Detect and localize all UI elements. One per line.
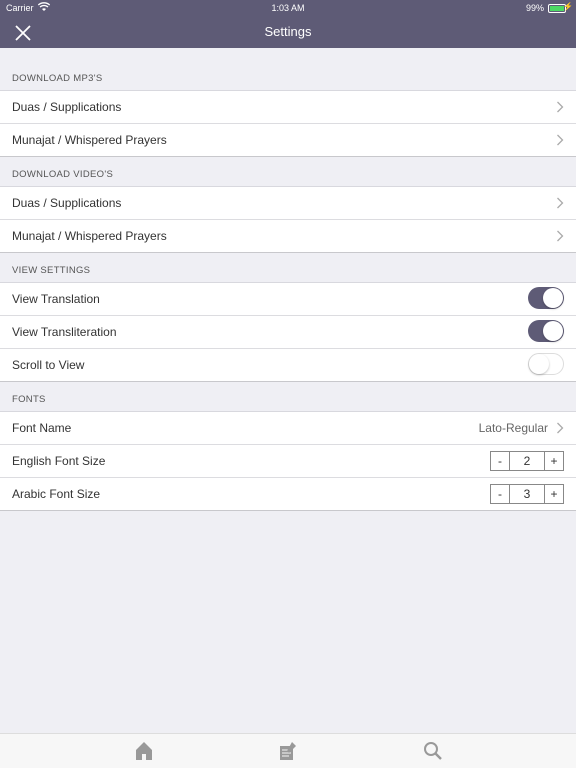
scroll-to-view-toggle[interactable]: [528, 353, 564, 375]
chevron-right-icon: [557, 134, 564, 146]
chevron-right-icon: [557, 101, 564, 113]
font-name-row[interactable]: Font Name Lato-Regular: [0, 412, 576, 445]
view-translation-toggle[interactable]: [528, 287, 564, 309]
charging-icon: ⚡: [563, 2, 573, 11]
view-translation-row: View Translation: [0, 283, 576, 316]
section-header-video: DOWNLOAD VIDEO'S: [0, 157, 576, 187]
row-label: View Transliteration: [12, 325, 117, 339]
font-name-value: Lato-Regular: [478, 421, 548, 435]
view-group: View Translation View Transliteration Sc…: [0, 283, 576, 382]
section-title-view: VIEW SETTINGS: [12, 265, 91, 276]
battery-percent: 99%: [525, 3, 544, 13]
row-label: Munajat / Whispered Prayers: [12, 229, 167, 243]
arabic-font-size-row: Arabic Font Size - 3 +: [0, 478, 576, 511]
home-icon[interactable]: [133, 740, 155, 762]
mp3-group: Duas / Supplications Munajat / Whispered…: [0, 91, 576, 157]
search-icon[interactable]: [422, 740, 444, 762]
mp3-duas-row[interactable]: Duas / Supplications: [0, 91, 576, 124]
section-header-fonts: FONTS: [0, 382, 576, 412]
toggle-knob: [529, 354, 549, 374]
section-title-mp3: DOWNLOAD MP3'S: [12, 73, 103, 84]
status-bar: Carrier 1:03 AM 99% ⚡: [0, 0, 576, 16]
page-title: Settings: [264, 24, 312, 39]
section-title-fonts: FONTS: [12, 394, 46, 405]
row-label: English Font Size: [12, 454, 106, 468]
toggle-knob: [543, 321, 563, 341]
arabic-font-size-value: 3: [509, 485, 545, 503]
status-time: 1:03 AM: [271, 3, 305, 13]
english-font-size-stepper: - 2 +: [490, 451, 564, 471]
chevron-right-icon: [557, 197, 564, 209]
row-label: Munajat / Whispered Prayers: [12, 133, 167, 147]
video-duas-row[interactable]: Duas / Supplications: [0, 187, 576, 220]
increment-button[interactable]: +: [545, 485, 563, 503]
fonts-group: Font Name Lato-Regular English Font Size…: [0, 412, 576, 511]
view-transliteration-row: View Transliteration: [0, 316, 576, 349]
english-font-size-value: 2: [509, 452, 545, 470]
row-label: Arabic Font Size: [12, 487, 101, 501]
section-title-video: DOWNLOAD VIDEO'S: [12, 169, 114, 180]
row-label: Duas / Supplications: [12, 100, 122, 114]
mp3-munajat-row[interactable]: Munajat / Whispered Prayers: [0, 124, 576, 157]
video-munajat-row[interactable]: Munajat / Whispered Prayers: [0, 220, 576, 253]
row-label: Duas / Supplications: [12, 196, 122, 210]
settings-list: DOWNLOAD MP3'S Duas / Supplications Muna…: [0, 48, 576, 511]
increment-button[interactable]: +: [545, 452, 563, 470]
video-group: Duas / Supplications Munajat / Whispered…: [0, 187, 576, 253]
chevron-right-icon: [557, 230, 564, 242]
view-transliteration-toggle[interactable]: [528, 320, 564, 342]
section-header-mp3: DOWNLOAD MP3'S: [0, 48, 576, 91]
decrement-button[interactable]: -: [491, 485, 509, 503]
tab-bar: [0, 733, 576, 768]
nav-header: Carrier 1:03 AM 99% ⚡ Settings: [0, 0, 576, 48]
arabic-font-size-stepper: - 3 +: [490, 484, 564, 504]
section-header-view: VIEW SETTINGS: [0, 253, 576, 283]
row-label: View Translation: [12, 292, 100, 306]
scroll-to-view-row: Scroll to View: [0, 349, 576, 382]
row-label: Scroll to View: [12, 358, 85, 372]
row-label: Font Name: [12, 421, 72, 435]
chevron-right-icon: [557, 422, 564, 434]
decrement-button[interactable]: -: [491, 452, 509, 470]
toggle-knob: [543, 288, 563, 308]
notes-icon[interactable]: [277, 740, 299, 762]
english-font-size-row: English Font Size - 2 +: [0, 445, 576, 478]
